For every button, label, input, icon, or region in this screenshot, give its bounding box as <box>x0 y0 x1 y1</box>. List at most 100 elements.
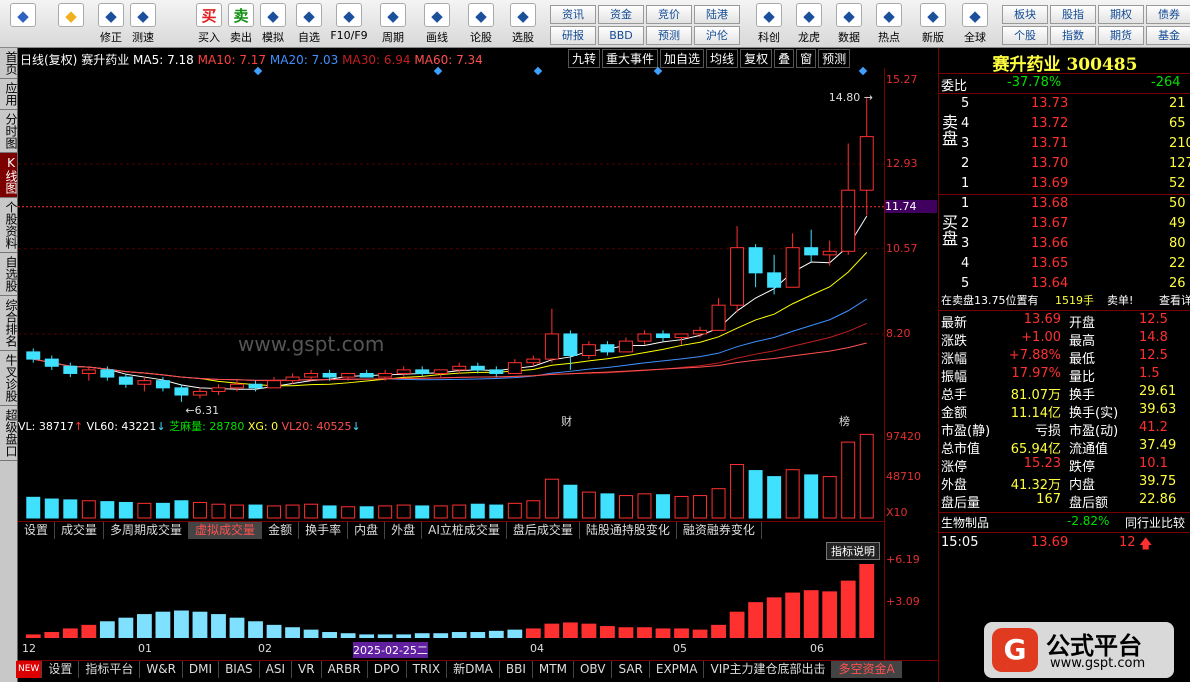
sidebar-tab[interactable]: 首页 <box>0 48 18 79</box>
toolbar-small-button[interactable]: BBD <box>598 26 644 45</box>
toolbar-small-button[interactable]: 预测 <box>646 26 692 45</box>
indicator-tab[interactable]: DMI <box>183 661 220 678</box>
sidebar-tab[interactable]: 超级盘口 <box>0 406 18 461</box>
sell-level-row[interactable]: 4 13.72 65 <box>939 116 1190 134</box>
volume-tab[interactable]: 虚拟成交量 <box>189 522 263 539</box>
event-marker[interactable] <box>433 66 443 76</box>
toolbar-clock-button[interactable]: ◆ 测速 <box>124 2 162 46</box>
toolbar-cycle-button[interactable]: ◆ 周期 <box>374 2 412 46</box>
event-marker[interactable] <box>858 66 868 76</box>
toolbar-small-button[interactable]: 期货 <box>1098 26 1144 45</box>
indicator-tab[interactable]: OBV <box>574 661 613 678</box>
volume-tab[interactable]: 换手率 <box>299 522 349 539</box>
toolbar-grid-button[interactable]: ◆ <box>4 2 42 46</box>
volume-tab[interactable]: 融资融券变化 <box>677 522 762 539</box>
volume-tab[interactable]: 金额 <box>262 522 300 539</box>
indicator-bar <box>174 610 189 638</box>
toolbar-label: 数据 <box>838 31 860 44</box>
indicator-tab[interactable]: ARBR <box>322 661 368 678</box>
toolbar-small-button[interactable]: 期权 <box>1098 5 1144 24</box>
candle-body <box>693 329 708 335</box>
sell-level-row[interactable]: 1 13.69 52 <box>939 176 1190 194</box>
indicator-tab[interactable]: DPO <box>368 661 407 678</box>
buy-level-row[interactable]: 1 13.68 50 <box>939 196 1190 214</box>
buy-level-row[interactable]: 2 13.67 49 <box>939 216 1190 234</box>
indicator-tab[interactable]: 设置 <box>42 661 80 678</box>
industry-rank[interactable]: 同行业比较 <box>1125 514 1185 531</box>
indicator-tab[interactable]: SAR <box>612 661 650 678</box>
toolbar-small-button[interactable]: 债券 <box>1146 5 1190 24</box>
sell-level-row[interactable]: 5 13.73 21 <box>939 96 1190 114</box>
toolbar-globe-button[interactable]: ◆ 全球 <box>956 2 994 46</box>
indicator-tab[interactable]: BIAS <box>219 661 260 678</box>
toolbar-back-arrow-button[interactable]: ◆ <box>52 2 90 46</box>
toolbar-pe-button[interactable]: ◆ 数据 <box>830 2 868 46</box>
order-alert-link[interactable]: 查看详 <box>1159 292 1190 308</box>
toolbar-small-button[interactable]: 基金 <box>1146 26 1190 45</box>
sidebar-tab[interactable]: 自选股 <box>0 253 18 296</box>
toolbar-new-version-button[interactable]: ◆ 新版 <box>914 2 952 46</box>
toolbar-pencil-button[interactable]: ◆ 画线 <box>418 2 456 46</box>
event-marker[interactable] <box>253 66 263 76</box>
indicator-tab[interactable]: 指标平台 <box>79 661 141 678</box>
indicator-tab[interactable]: W&R <box>140 661 183 678</box>
stat-value: 15.23 <box>1023 456 1061 471</box>
volume-tab[interactable]: 盘后成交量 <box>507 522 580 539</box>
marker-cai[interactable]: 财 <box>561 414 572 428</box>
industry-name[interactable]: 生物制品 <box>941 514 989 531</box>
event-marker[interactable] <box>653 66 663 76</box>
sidebar-tab[interactable]: 个股资料 <box>0 198 18 253</box>
toolbar-star-button[interactable]: ◆ 自选 <box>290 2 328 46</box>
toolbar-small-button[interactable]: 资金 <box>598 5 644 24</box>
indicator-bar <box>192 611 208 638</box>
sell-level-row[interactable]: 3 13.71 210 <box>939 136 1190 154</box>
indicator-tab[interactable]: VIP主力建仓底部出击 <box>704 661 833 678</box>
buy-level-row[interactable]: 4 13.65 22 <box>939 256 1190 274</box>
volume-tab[interactable]: 陆股通持股变化 <box>580 522 677 539</box>
toolbar-select-stock-button[interactable]: ◆ 选股 <box>504 2 542 46</box>
indicator-tab[interactable]: ASI <box>260 661 293 678</box>
toolbar-small-button[interactable]: 陆港 <box>694 5 740 24</box>
sidebar-tab[interactable]: 牛叉诊股 <box>0 351 18 406</box>
sidebar-tab[interactable]: 应用 <box>0 79 18 110</box>
volume-bar <box>563 484 578 519</box>
toolbar-hammer-button[interactable]: ◆ 模拟 <box>254 2 292 46</box>
indicator-chart[interactable] <box>18 560 884 640</box>
indicator-tab[interactable]: EXPMA <box>650 661 705 678</box>
volume-tab[interactable]: 内盘 <box>348 522 386 539</box>
volume-tab[interactable]: 设置 <box>18 522 56 539</box>
volume-tab[interactable]: 多周期成交量 <box>104 522 190 539</box>
toolbar-small-button[interactable]: 沪伦 <box>694 26 740 45</box>
indicator-help-button[interactable]: 指标说明 <box>826 542 880 560</box>
toolbar-small-button[interactable]: 个股 <box>1002 26 1048 45</box>
volume-tab[interactable]: 成交量 <box>55 522 105 539</box>
indicator-tab[interactable]: 多空资金A <box>832 661 902 678</box>
sell-level-row[interactable]: 2 13.70 127 <box>939 156 1190 174</box>
indicator-tab[interactable]: MTM <box>533 661 574 678</box>
toolbar-small-button[interactable]: 股指 <box>1050 5 1096 24</box>
volume-tab[interactable]: 外盘 <box>385 522 423 539</box>
toolbar-small-button[interactable]: 指数 <box>1050 26 1096 45</box>
toolbar-small-button[interactable]: 研报 <box>550 26 596 45</box>
toolbar-small-button[interactable]: 板块 <box>1002 5 1048 24</box>
buy-level-row[interactable]: 3 13.66 80 <box>939 236 1190 254</box>
sidebar-tab[interactable]: K线图 <box>0 153 18 198</box>
indicator-tab[interactable]: BBI <box>500 661 533 678</box>
event-marker[interactable] <box>533 66 543 76</box>
marker-bang[interactable]: 榜 <box>839 414 850 428</box>
toolbar-discuss-button[interactable]: ◆ 论股 <box>462 2 500 46</box>
toolbar-small-button[interactable]: 竞价 <box>646 5 692 24</box>
sidebar-tab[interactable]: 综合排名 <box>0 296 18 351</box>
volume-chart[interactable] <box>18 430 884 520</box>
toolbar-tech-button[interactable]: ◆ 科创 <box>750 2 788 46</box>
sidebar-tab[interactable]: 分时图 <box>0 110 18 153</box>
indicator-tab[interactable]: VR <box>292 661 322 678</box>
indicator-tab[interactable]: 新DMA <box>447 661 500 678</box>
toolbar-dragon-tiger-button[interactable]: ◆ 龙虎 <box>790 2 828 46</box>
volume-tab[interactable]: AI立桩成交量 <box>422 522 507 539</box>
candlestick-chart[interactable]: 14.80 → ←6.31 财 榜 <box>18 66 884 431</box>
indicator-tab[interactable]: TRIX <box>407 661 448 678</box>
toolbar-small-button[interactable]: 资讯 <box>550 5 596 24</box>
toolbar-f10-button[interactable]: ◆ F10/F9 <box>330 2 368 46</box>
toolbar-hot-button[interactable]: ◆ 热点 <box>870 2 908 46</box>
